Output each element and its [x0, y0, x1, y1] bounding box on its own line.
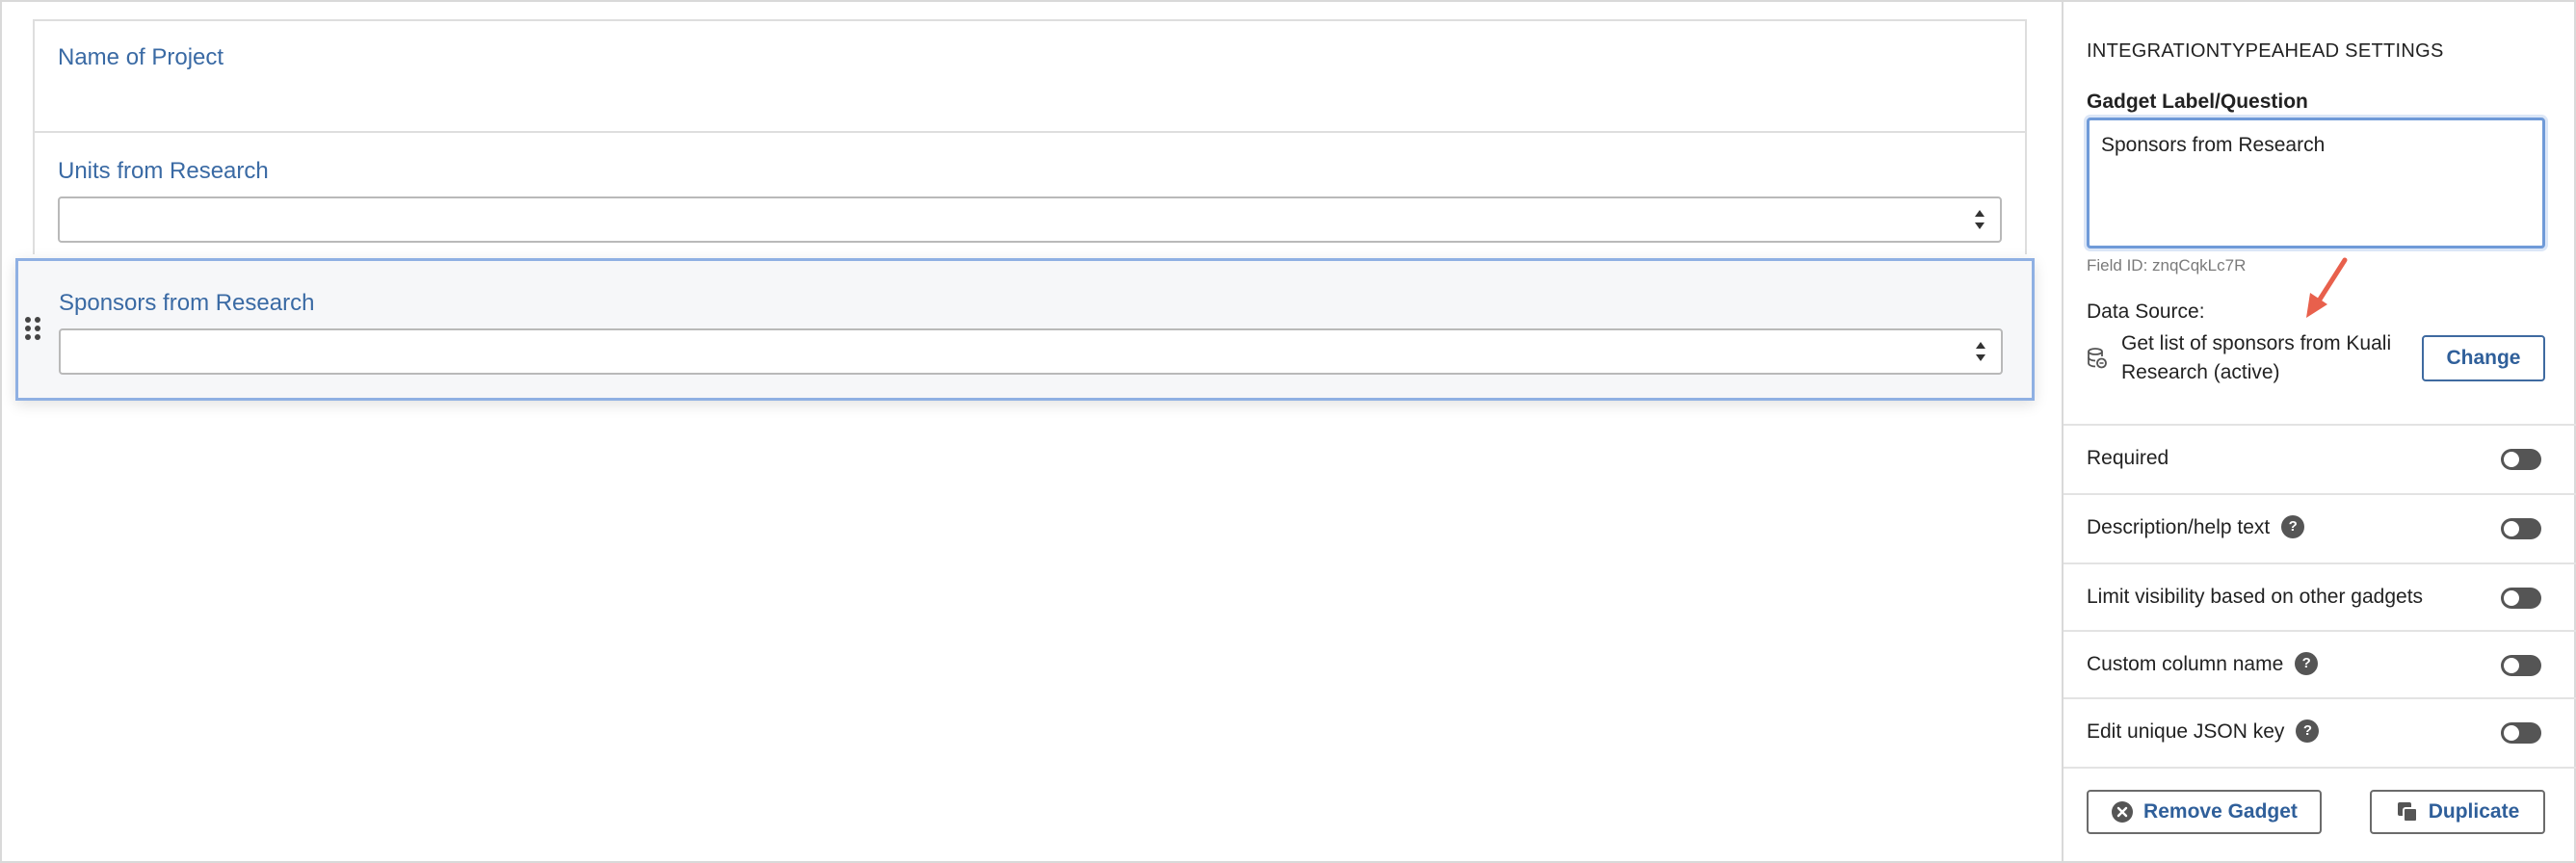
form-field-name-of-project[interactable]: Name of Project — [33, 19, 2027, 131]
help-icon[interactable]: ? — [2296, 719, 2320, 744]
form-field-units-from-research[interactable]: Units from Research — [33, 133, 2027, 252]
duplicate-label: Duplicate — [2428, 800, 2520, 823]
field-label: Units from Research — [58, 158, 269, 184]
data-source-label: Data Source: — [2087, 301, 2205, 323]
help-icon[interactable]: ? — [2295, 652, 2319, 676]
units-select[interactable] — [58, 196, 2002, 243]
description-toggle[interactable] — [2501, 518, 2541, 539]
toggle-label: Required — [2087, 447, 2169, 469]
toggle-row-required: Required — [2063, 426, 2576, 493]
gadget-label-input[interactable]: Sponsors from Research — [2087, 118, 2545, 248]
toggle-label: Custom column name? — [2087, 652, 2319, 676]
data-source-value: Get list of sponsors from Kuali Research… — [2121, 332, 2392, 383]
select-arrows-icon — [1976, 342, 1985, 361]
form-field-sponsors-from-research[interactable]: Sponsors from Research — [15, 258, 2035, 401]
settings-title: INTEGRATIONTYPEAHEAD SETTINGS — [2087, 40, 2444, 62]
duplicate-icon — [2397, 802, 2418, 823]
toggle-label: Limit visibility based on other gadgets — [2087, 586, 2424, 608]
help-icon[interactable]: ? — [2281, 515, 2305, 539]
remove-circle-icon — [2112, 801, 2134, 823]
duplicate-button[interactable]: Duplicate — [2370, 790, 2545, 834]
drag-handle-icon[interactable] — [22, 315, 43, 342]
toggle-knob — [2504, 658, 2519, 673]
change-data-source-button[interactable]: Change — [2422, 335, 2545, 381]
json-key-toggle[interactable] — [2501, 722, 2541, 744]
sponsors-select[interactable] — [59, 328, 2003, 375]
toggle-row-json-key: Edit unique JSON key? — [2063, 699, 2576, 767]
gadget-label-title: Gadget Label/Question — [2087, 91, 2308, 113]
toggle-knob — [2504, 452, 2519, 467]
toggle-knob — [2504, 590, 2519, 606]
visibility-toggle[interactable] — [2501, 588, 2541, 609]
row-divider — [2063, 767, 2576, 769]
toggle-knob — [2504, 725, 2519, 741]
required-toggle[interactable] — [2501, 449, 2541, 470]
toggle-knob — [2504, 521, 2519, 536]
database-icon — [2088, 348, 2107, 369]
field-label: Sponsors from Research — [59, 290, 315, 316]
settings-sidebar: INTEGRATIONTYPEAHEAD SETTINGS Gadget Lab… — [2062, 2, 2576, 861]
form-canvas: Name of Project Units from Research Spon… — [2, 2, 2062, 861]
field-label: Name of Project — [58, 44, 224, 70]
toggle-row-description: Description/help text? — [2063, 495, 2576, 562]
toggle-row-custom-column: Custom column name? — [2063, 632, 2576, 699]
field-id: Field ID: znqCqkLc7R — [2087, 256, 2247, 275]
remove-gadget-label: Remove Gadget — [2143, 800, 2298, 823]
custom-column-toggle[interactable] — [2501, 655, 2541, 676]
toggle-row-visibility: Limit visibility based on other gadgets — [2063, 564, 2576, 632]
select-arrows-icon — [1975, 210, 1985, 229]
annotation-arrow — [2306, 257, 2348, 318]
toggle-label: Edit unique JSON key? — [2087, 719, 2320, 744]
remove-gadget-button[interactable]: Remove Gadget — [2087, 790, 2322, 834]
toggle-label: Description/help text? — [2087, 515, 2305, 539]
